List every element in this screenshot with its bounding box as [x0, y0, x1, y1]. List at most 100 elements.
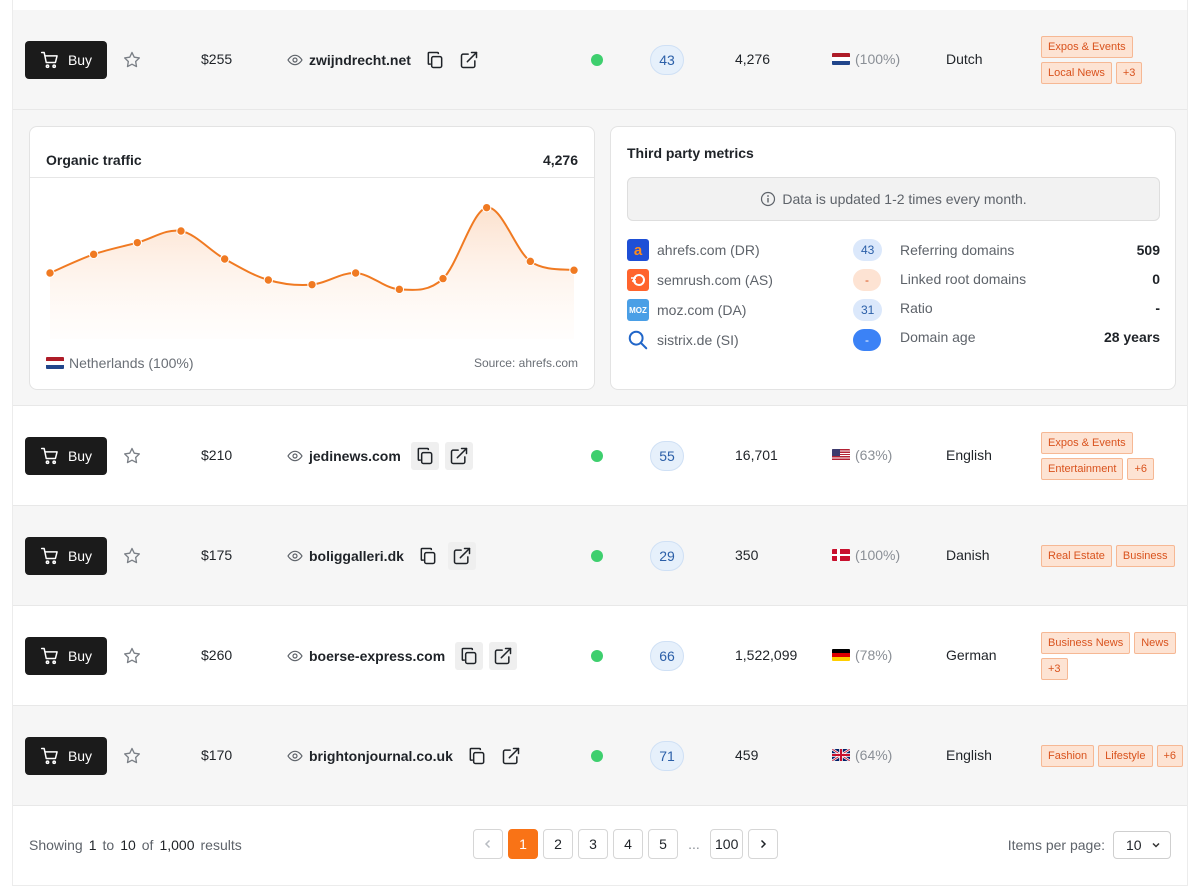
- table-row: Buy $175 boliggalleri.dk 29 350 (100%) Danish R…: [13, 506, 1187, 606]
- domain-rating-badge: 66: [650, 641, 684, 671]
- chart-country-label: Netherlands (100%): [69, 355, 194, 371]
- category-tags: Real Estate Business: [1041, 506, 1187, 605]
- external-link-icon[interactable]: [489, 642, 518, 670]
- stat-value: 0: [1152, 270, 1160, 287]
- language: Danish: [946, 547, 990, 563]
- buy-button[interactable]: Buy: [25, 41, 107, 79]
- category-tag[interactable]: +3: [1041, 657, 1068, 680]
- page-button[interactable]: 5: [648, 829, 678, 859]
- category-tag[interactable]: +3: [1115, 61, 1143, 84]
- pagination-footer: Showing 1 to 10 of 1,000 results 1 2 3 4 5..…: [13, 807, 1187, 885]
- domain-rating-badge: 43: [650, 45, 684, 75]
- eye-icon[interactable]: [287, 52, 303, 68]
- domain-name[interactable]: brightonjournal.co.uk: [309, 748, 453, 764]
- stat-value: -: [1155, 299, 1160, 316]
- page-button[interactable]: 4: [613, 829, 643, 859]
- page-button[interactable]: 2: [543, 829, 573, 859]
- category-tag[interactable]: +6: [1156, 744, 1184, 767]
- language: Dutch: [946, 51, 983, 67]
- external-link-icon[interactable]: [455, 46, 483, 74]
- chart-country: Netherlands (100%): [46, 355, 194, 371]
- favorite-star-icon[interactable]: [121, 445, 143, 467]
- eye-icon[interactable]: [287, 748, 303, 764]
- external-link-icon[interactable]: [444, 442, 473, 470]
- external-link-icon[interactable]: [497, 742, 525, 770]
- chart-point: [394, 284, 405, 295]
- copy-icon[interactable]: [410, 442, 439, 470]
- stat-label: Referring domains: [900, 241, 1015, 258]
- eye-icon[interactable]: [287, 648, 303, 664]
- favorite-star-icon[interactable]: [121, 745, 143, 767]
- domain-rating-badge: 55: [650, 441, 684, 471]
- metric-row: a ahrefs.com (DR) 43: [627, 235, 887, 265]
- eye-icon[interactable]: [287, 448, 303, 464]
- cart-icon: [40, 50, 60, 70]
- buy-button[interactable]: Buy: [25, 737, 107, 775]
- buy-button[interactable]: Buy: [25, 437, 107, 475]
- page-button[interactable]: 3: [578, 829, 608, 859]
- cart-icon: [40, 546, 60, 566]
- table-row: Buy $255 zwijndrecht.net 43 4,276 (100%) Dutch…: [13, 10, 1187, 110]
- category-tag[interactable]: Expos & Events: [1041, 431, 1133, 454]
- chart-point: [263, 275, 274, 285]
- category-tag[interactable]: +6: [1127, 457, 1155, 480]
- favorite-star-icon[interactable]: [121, 49, 143, 71]
- category-tag[interactable]: Business: [1115, 544, 1175, 567]
- cart-icon: [40, 446, 60, 466]
- status-dot: [591, 54, 603, 66]
- eye-icon[interactable]: [287, 548, 303, 564]
- ahrefs-logo-icon: a: [627, 239, 649, 261]
- buy-label: Buy: [67, 748, 93, 764]
- chart-source: Source: ahrefs.com: [473, 356, 578, 370]
- domain-name[interactable]: zwijndrecht.net: [309, 52, 411, 68]
- buy-button[interactable]: Buy: [25, 537, 107, 575]
- category-tag[interactable]: Expos & Events: [1041, 35, 1133, 58]
- items-per-page-select[interactable]: 10: [1113, 831, 1171, 859]
- favorite-star-icon[interactable]: [121, 545, 143, 567]
- country-percent: (100%): [855, 51, 901, 67]
- domain-name[interactable]: boliggalleri.dk: [309, 548, 404, 564]
- copy-icon[interactable]: [421, 46, 449, 74]
- next-page-button[interactable]: [748, 829, 779, 859]
- price: $255: [201, 51, 233, 67]
- category-tags: Expos & Events Entertainment +6: [1041, 406, 1187, 505]
- of-label: of: [141, 837, 154, 853]
- results-summary: Showing 1 to 10 of 1,000 results: [29, 837, 242, 853]
- page-button[interactable]: 1: [508, 829, 538, 859]
- copy-icon[interactable]: [414, 542, 442, 570]
- stat-row: Ratio -: [900, 293, 1160, 322]
- marketplace-table: Buy $255 zwijndrecht.net 43 4,276 (100%) Dutch…: [12, 0, 1188, 886]
- results-total: 1,000: [159, 837, 195, 853]
- dk-flag-icon: [832, 549, 850, 561]
- buy-button[interactable]: Buy: [25, 637, 107, 675]
- country-percent: (100%): [855, 547, 901, 563]
- country-percent: (64%): [855, 747, 893, 763]
- de-flag-icon: [832, 649, 850, 661]
- table-row: Buy $170 brightonjournal.co.uk 71 459 (64%) En…: [13, 706, 1187, 806]
- copy-icon[interactable]: [455, 642, 484, 670]
- items-per-page-value: 10: [1126, 837, 1142, 853]
- chart-point: [350, 268, 361, 278]
- pagination-ellipsis: ...: [688, 836, 700, 852]
- category-tag[interactable]: Business News: [1041, 631, 1131, 654]
- category-tag[interactable]: Fashion: [1041, 744, 1095, 767]
- favorite-star-icon[interactable]: [121, 645, 143, 667]
- chevron-right-icon: [761, 839, 767, 849]
- metric-label: semrush.com (AS): [657, 272, 773, 288]
- traffic-value: 350: [735, 547, 759, 563]
- prev-page-button[interactable]: [473, 829, 503, 859]
- chart-point: [525, 256, 536, 267]
- pagination: 1 2 3 4 5... 100: [473, 829, 779, 859]
- last-page-button[interactable]: 100: [710, 829, 744, 859]
- category-tag[interactable]: Local News: [1041, 61, 1112, 84]
- domain-name[interactable]: boerse-express.com: [309, 648, 445, 664]
- category-tag[interactable]: Real Estate: [1041, 544, 1112, 567]
- domain-name[interactable]: jedinews.com: [309, 448, 401, 464]
- copy-icon[interactable]: [463, 742, 491, 770]
- category-tag[interactable]: Entertainment: [1041, 457, 1124, 480]
- category-tag[interactable]: Lifestyle: [1098, 744, 1153, 767]
- category-tag[interactable]: News: [1134, 631, 1176, 654]
- results-label: results: [200, 837, 242, 853]
- metric-row: MOZ moz.com (DA) 31: [627, 295, 887, 325]
- external-link-icon[interactable]: [447, 542, 476, 570]
